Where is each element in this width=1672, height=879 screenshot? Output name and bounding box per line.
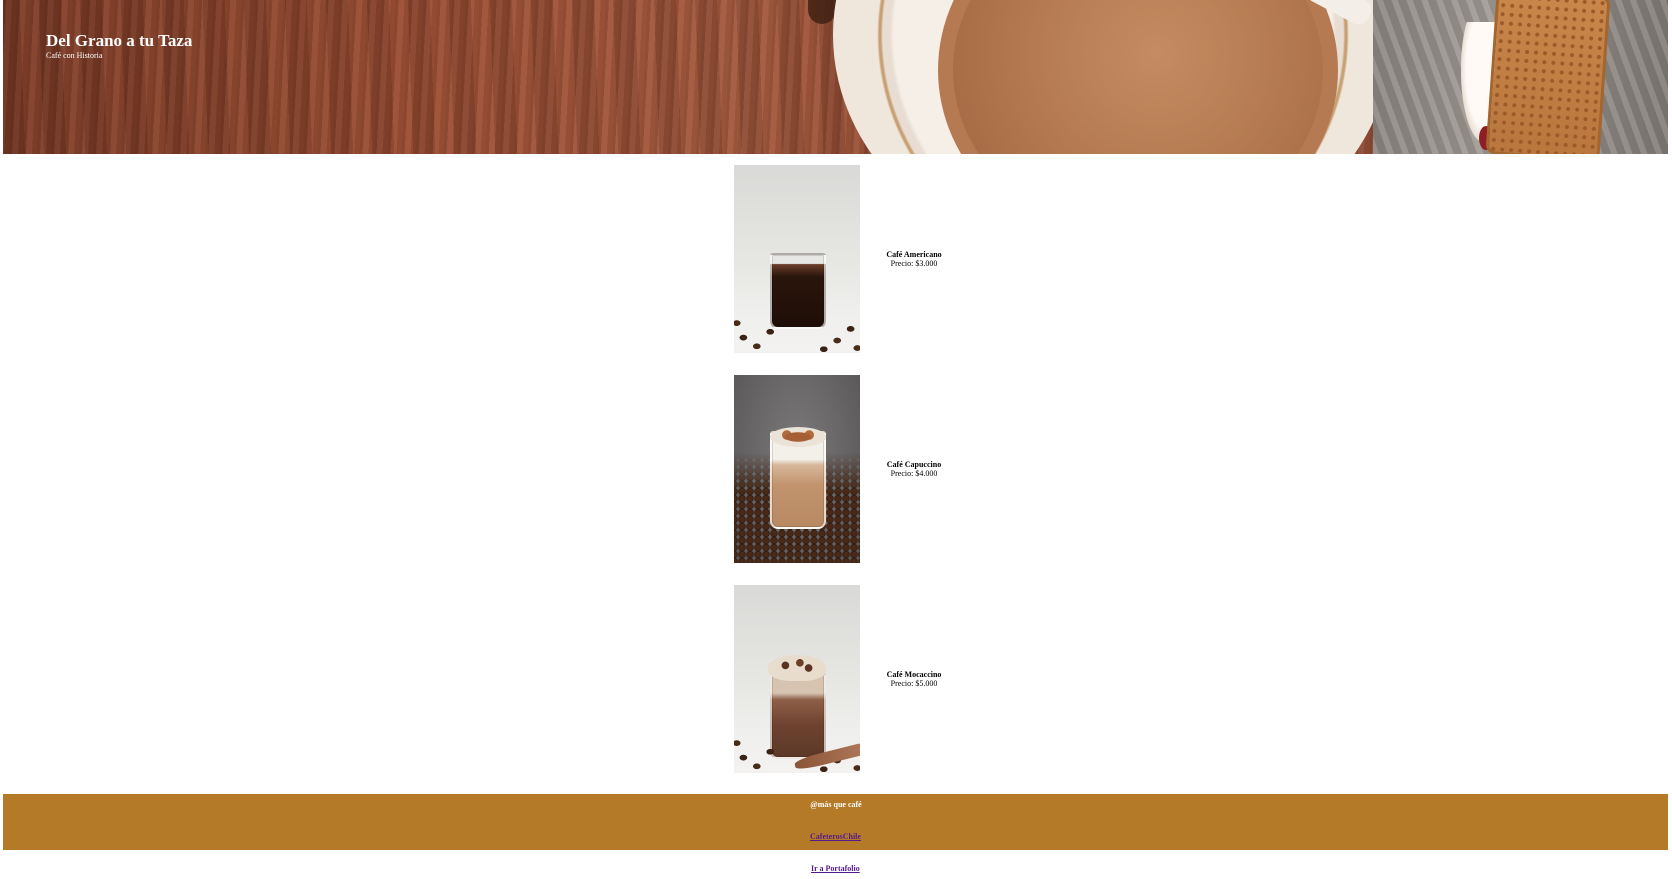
site-tagline: Café con Historia [46, 51, 103, 60]
site-title: Del Grano a tu Taza [46, 31, 193, 50]
cafeteros-chile-link[interactable]: CafeterosChile [810, 832, 861, 841]
coffee-beans [734, 297, 860, 353]
product-card-mocaccino: Café Mocaccino Precio: $5.000 [734, 585, 964, 773]
product-info: Café Capuccino Precio: $4.000 [874, 375, 954, 563]
hero-coffee-surface [953, 0, 1323, 154]
portfolio-link[interactable]: Ir a Portafolio [811, 864, 860, 873]
product-info: Café Mocaccino Precio: $5.000 [874, 585, 954, 773]
product-image-americano [734, 165, 860, 353]
foam-art [770, 427, 826, 447]
product-price: Precio: $4.000 [890, 469, 938, 478]
hero-banner: Del Grano a tu Taza Café con Historia [3, 0, 1668, 154]
product-name: Café Americano [886, 250, 942, 259]
product-price: Precio: $5.000 [890, 679, 938, 688]
product-card-americano: Café Americano Precio: $3.000 [734, 165, 964, 353]
hero-biscuit-image [1485, 0, 1611, 154]
whipped-topping [768, 655, 826, 681]
footer-handle: @más que café [810, 800, 862, 809]
product-name: Café Capuccino [886, 460, 942, 469]
product-image-mocaccino [734, 585, 860, 773]
hero-spoon-image [808, 0, 836, 24]
product-name: Café Mocaccino [886, 670, 942, 679]
product-card-capuccino: Café Capuccino Precio: $4.000 [734, 375, 964, 563]
product-price: Precio: $3.000 [890, 259, 938, 268]
product-info: Café Americano Precio: $3.000 [874, 165, 954, 353]
product-image-capuccino [734, 375, 860, 563]
